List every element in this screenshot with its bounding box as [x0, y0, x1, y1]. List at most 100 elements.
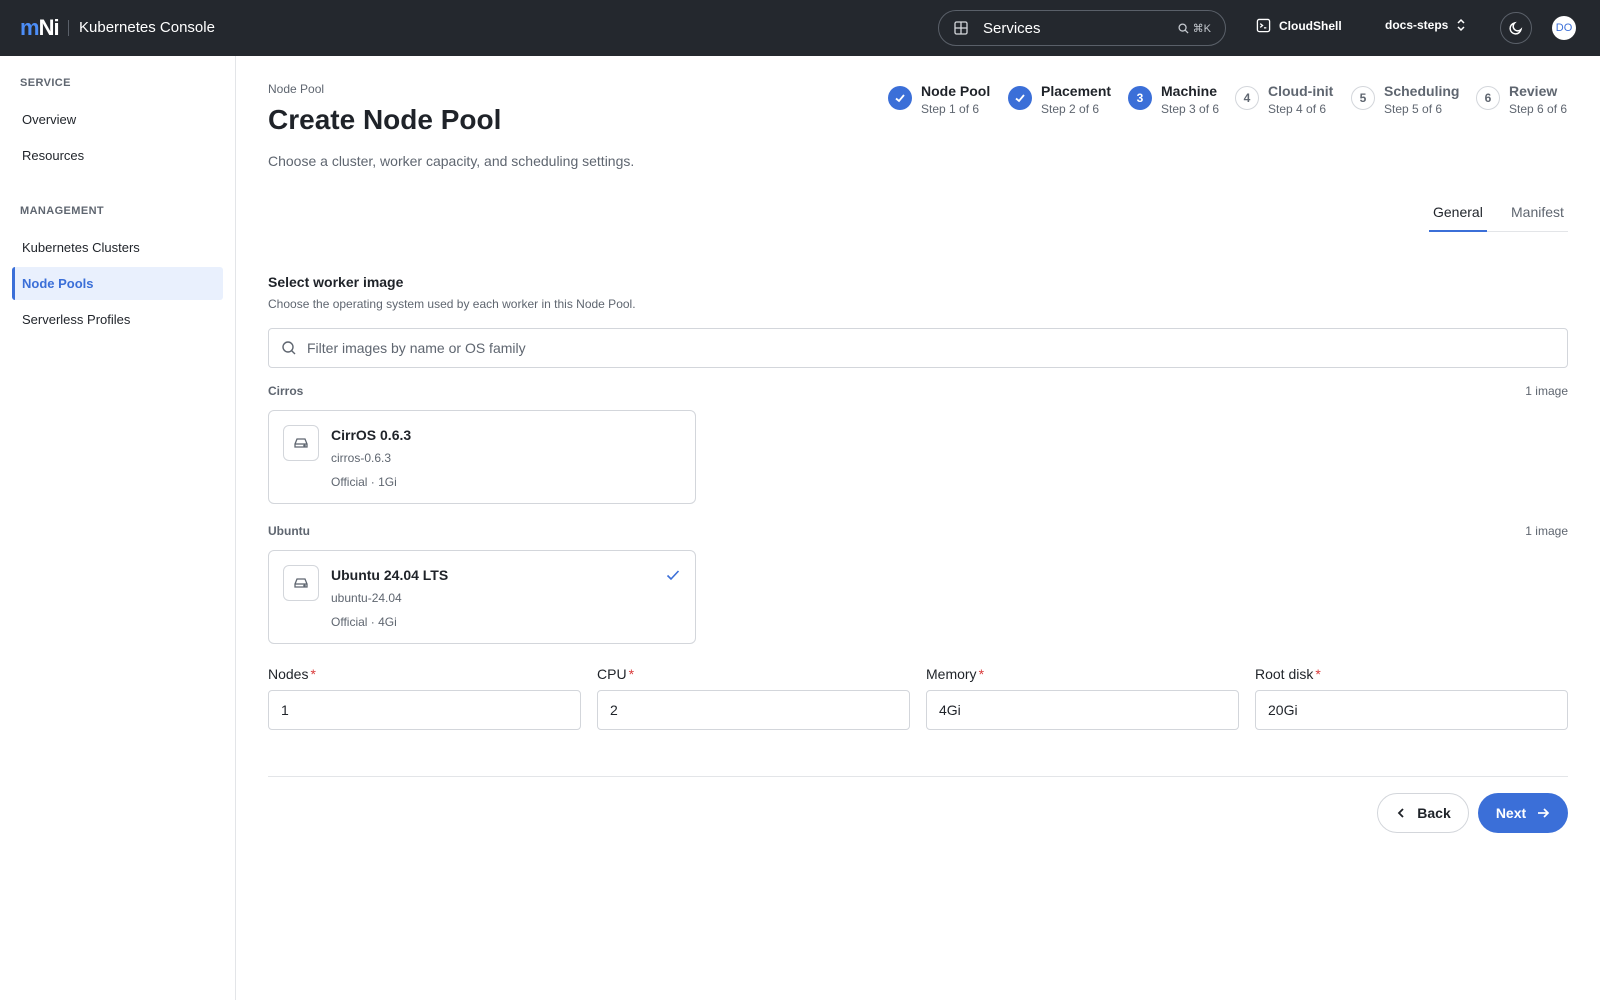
breadcrumb[interactable]: Node Pool [268, 82, 324, 96]
image-slug: cirros-0.6.3 [331, 451, 392, 465]
sidebar-section-service: SERVICE [20, 77, 71, 89]
services-shortcut: ⌘K [1178, 22, 1211, 35]
logo-divider [68, 20, 69, 36]
step-placement[interactable]: Placement Step 2 of 6 [1008, 82, 1111, 118]
sidebar-item-overview[interactable]: Overview [12, 103, 223, 136]
section-description: Choose the operating system used by each… [268, 297, 636, 311]
step-sub: Step 4 of 6 [1268, 102, 1327, 116]
chevron-left-icon [1397, 808, 1404, 818]
image-group-label: Cirros [268, 384, 304, 398]
image-slug: ubuntu-24.04 [331, 591, 402, 605]
active-tab-indicator [1429, 230, 1487, 232]
step-check-icon [888, 86, 912, 110]
theme-toggle-button[interactable] [1500, 12, 1532, 44]
cloudshell-button[interactable]: CloudShell [1256, 18, 1342, 33]
step-cloud-init[interactable]: 4 Cloud-init Step 4 of 6 [1235, 82, 1333, 118]
step-number: 4 [1235, 86, 1259, 110]
project-selector[interactable]: docs-steps [1385, 18, 1466, 32]
root-disk-input[interactable] [1255, 690, 1568, 730]
user-avatar[interactable]: DO [1552, 16, 1576, 40]
image-group-count: 1 image [1525, 384, 1568, 398]
step-check-icon [1008, 86, 1032, 110]
logo-n: Ni [38, 15, 60, 40]
services-search-button[interactable]: Services ⌘K [938, 10, 1226, 46]
image-card-cirros[interactable]: CirrOS 0.6.3 cirros-0.6.3 Official · 1Gi [268, 410, 696, 504]
image-name: CirrOS 0.6.3 [331, 427, 412, 443]
step-number: 5 [1351, 86, 1375, 110]
sidebar-item-serverless-profiles[interactable]: Serverless Profiles [12, 303, 223, 336]
step-review[interactable]: 6 Review Step 6 of 6 [1476, 82, 1567, 118]
image-card-ubuntu[interactable]: Ubuntu 24.04 LTS ubuntu-24.04 Official ·… [268, 550, 696, 644]
selected-check-icon [666, 570, 680, 581]
view-tabs: General Manifest [1429, 196, 1568, 232]
step-machine[interactable]: 3 Machine Step 3 of 6 [1128, 82, 1219, 118]
image-meta: Official · 1Gi [331, 475, 397, 489]
services-label: Services [983, 19, 1041, 37]
project-label: docs-steps [1385, 18, 1449, 32]
sidebar-section-management: MANAGEMENT [20, 205, 105, 217]
back-button[interactable]: Back [1377, 793, 1469, 833]
step-label: Placement [1041, 83, 1112, 99]
shortcut-text: ⌘K [1192, 22, 1211, 35]
brand-logo[interactable]: m Ni [20, 15, 60, 40]
back-label: Back [1417, 805, 1451, 821]
image-group-count: 1 image [1525, 524, 1568, 538]
step-number: 3 [1128, 86, 1152, 110]
step-number: 6 [1476, 86, 1500, 110]
step-sub: Step 1 of 6 [921, 102, 980, 116]
moon-icon [1509, 21, 1523, 35]
filter-placeholder: Filter images by name or OS family [307, 340, 526, 356]
image-name: Ubuntu 24.04 LTS [331, 567, 449, 583]
step-label: Review [1509, 83, 1558, 99]
sidebar-item-resources[interactable]: Resources [12, 139, 223, 172]
nodes-label: Nodes * [268, 666, 316, 682]
cpu-input[interactable] [597, 690, 910, 730]
chevron-up-down-icon [1457, 18, 1465, 32]
sidebar-item-node-pools[interactable]: Node Pools [12, 267, 223, 300]
step-label: Machine [1161, 83, 1218, 99]
required-marker: * [628, 666, 635, 682]
cpu-label: CPU * [597, 666, 634, 682]
nodes-input[interactable] [268, 690, 581, 730]
next-button[interactable]: Next [1478, 793, 1568, 833]
section-title: Select worker image [268, 274, 404, 290]
step-sub: Step 6 of 6 [1509, 102, 1568, 116]
step-sub: Step 3 of 6 [1161, 102, 1220, 116]
search-icon [282, 341, 296, 355]
page-subtitle: Choose a cluster, worker capacity, and s… [268, 153, 635, 169]
step-label: Node Pool [921, 83, 991, 99]
footer-divider [268, 776, 1568, 777]
required-marker: * [978, 666, 985, 682]
root-disk-label: Root disk * [1255, 666, 1321, 682]
logo-m: m [20, 15, 40, 40]
cloudshell-label: CloudShell [1279, 18, 1342, 33]
top-bar: m Ni Kubernetes Console Services ⌘K Cloud… [0, 0, 1600, 56]
field-label-text: Root disk [1255, 666, 1314, 682]
field-label-text: Memory [926, 666, 977, 682]
tab-manifest[interactable]: Manifest [1511, 204, 1564, 220]
search-icon [1178, 22, 1189, 34]
sidebar: SERVICE Overview Resources MANAGEMENT Ku… [0, 56, 236, 1000]
step-sub: Step 2 of 6 [1041, 102, 1100, 116]
page-title: Create Node Pool [268, 104, 502, 135]
step-label: Cloud-init [1268, 83, 1334, 99]
memory-input[interactable] [926, 690, 1239, 730]
field-label-text: Nodes [268, 666, 309, 682]
required-marker: * [1315, 666, 1321, 682]
field-label-text: CPU [597, 666, 627, 682]
image-group-label: Ubuntu [268, 524, 310, 538]
drive-icon [283, 425, 319, 461]
step-scheduling[interactable]: 5 Scheduling Step 5 of 6 [1351, 82, 1459, 118]
step-sub: Step 5 of 6 [1384, 102, 1443, 116]
image-filter-input[interactable]: Filter images by name or OS family [268, 328, 1568, 368]
memory-label: Memory * [926, 666, 984, 682]
image-meta: Official · 4Gi [331, 615, 397, 629]
arrow-right-icon [1538, 808, 1550, 818]
terminal-icon [1256, 18, 1271, 33]
tab-general[interactable]: General [1433, 204, 1483, 220]
sidebar-item-kubernetes-clusters[interactable]: Kubernetes Clusters [12, 231, 223, 264]
step-node-pool[interactable]: Node Pool Step 1 of 6 [888, 82, 990, 118]
grid-icon [954, 21, 968, 35]
required-marker: * [310, 666, 316, 682]
drive-icon [283, 565, 319, 601]
